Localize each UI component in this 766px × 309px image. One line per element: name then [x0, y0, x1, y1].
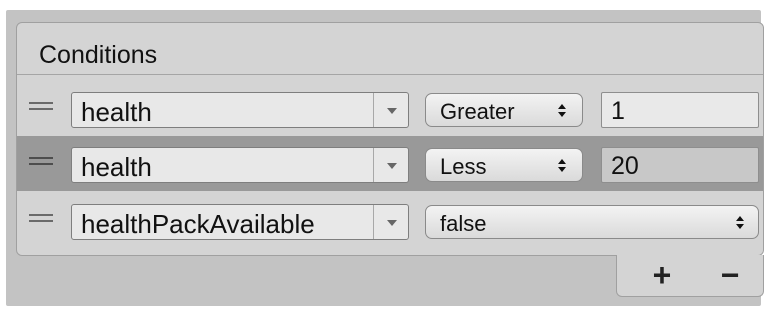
parameter-dropdown[interactable]: health	[71, 92, 409, 128]
operator-value: Less	[440, 154, 487, 179]
threshold-input[interactable]: 20	[601, 147, 759, 183]
bool-value-select[interactable]: false	[425, 205, 759, 239]
remove-condition-button[interactable]: −	[705, 255, 755, 295]
dropdown-arrow-icon[interactable]	[378, 99, 406, 121]
drag-handle-icon[interactable]	[29, 100, 53, 112]
threshold-input[interactable]: 1	[601, 92, 759, 128]
drag-handle-icon[interactable]	[29, 212, 53, 224]
condition-row-1[interactable]: health Greater 1	[17, 81, 763, 136]
dropdown-arrow-icon[interactable]	[378, 211, 406, 233]
parameter-dropdown[interactable]: health	[71, 147, 409, 183]
parameter-value: healthPackAvailable	[81, 209, 315, 239]
conditions-title: Conditions	[39, 41, 158, 69]
condition-row-3[interactable]: healthPackAvailable false	[17, 193, 763, 248]
condition-row-2[interactable]: health Less 20	[17, 136, 763, 191]
bool-value: false	[440, 211, 487, 236]
updown-arrows-icon	[558, 104, 568, 118]
updown-arrows-icon	[736, 216, 746, 230]
conditions-panel: Conditions health Greater 1 health Less …	[16, 22, 764, 256]
list-footer: + −	[616, 255, 764, 297]
operator-value: Greater	[440, 99, 515, 124]
conditions-frame: Conditions health Greater 1 health Less …	[6, 10, 764, 306]
updown-arrows-icon	[558, 159, 568, 173]
operator-select[interactable]: Greater	[425, 93, 583, 127]
add-condition-button[interactable]: +	[637, 255, 687, 295]
parameter-value: health	[81, 152, 152, 182]
operator-select[interactable]: Less	[425, 148, 583, 182]
conditions-header: Conditions	[17, 23, 763, 75]
drag-handle-icon[interactable]	[29, 155, 53, 167]
threshold-value: 1	[611, 97, 625, 125]
threshold-value: 20	[611, 152, 639, 180]
parameter-value: health	[81, 97, 152, 127]
parameter-dropdown[interactable]: healthPackAvailable	[71, 204, 409, 240]
dropdown-arrow-icon[interactable]	[378, 154, 406, 176]
